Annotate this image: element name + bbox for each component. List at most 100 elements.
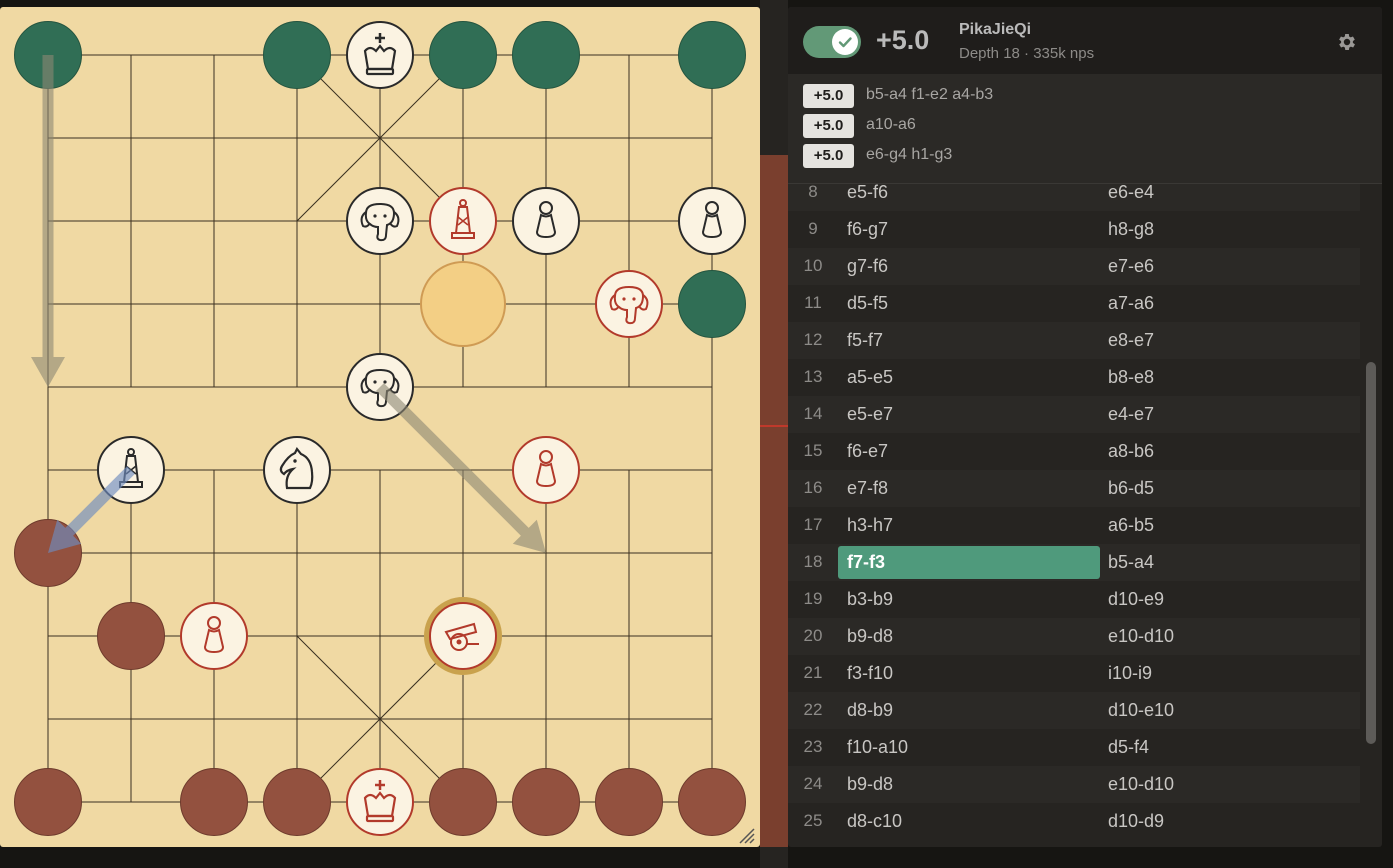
- move-red[interactable]: h3-h7: [838, 509, 1100, 542]
- move-row: 17 h3-h7 a6-b5: [788, 507, 1360, 544]
- move-list-scrollbar[interactable]: [1366, 362, 1376, 744]
- move-row: 8 e5-f6 e6-e4: [788, 184, 1360, 211]
- red-pawn-piece[interactable]: [180, 602, 248, 670]
- move-red[interactable]: b9-d8: [838, 620, 1100, 653]
- move-number: 20: [803, 626, 823, 645]
- red-cannon-piece[interactable]: [429, 602, 497, 670]
- move-black[interactable]: e4-e7: [1099, 398, 1349, 431]
- ghost-piece-marker[interactable]: [512, 21, 580, 89]
- move-red[interactable]: f6-e7: [838, 435, 1100, 468]
- move-black[interactable]: i10-i9: [1099, 657, 1349, 690]
- move-black[interactable]: a7-a6: [1099, 287, 1349, 320]
- move-black[interactable]: a8-b6: [1099, 435, 1349, 468]
- black-elephant-piece[interactable]: [346, 353, 414, 421]
- engine-depth-info: Depth 18 · 335k nps: [959, 45, 1095, 62]
- move-red[interactable]: d5-f5: [838, 287, 1100, 320]
- move-number: 13: [803, 367, 823, 386]
- elephant-icon: [360, 202, 400, 242]
- move-red[interactable]: f6-g7: [838, 213, 1100, 246]
- black-horse-piece[interactable]: [263, 436, 331, 504]
- move-black[interactable]: d10-d9: [1099, 805, 1349, 838]
- analysis-panel: +5.0 PikaJieQi Depth 18 · 335k nps +5.0 …: [788, 7, 1382, 847]
- ghost-piece-marker[interactable]: [429, 21, 497, 89]
- red-advisor-piece[interactable]: [429, 187, 497, 255]
- move-row: 12 f5-f7 e8-e7: [788, 322, 1360, 359]
- move-red[interactable]: b9-d8: [838, 768, 1100, 801]
- move-row: 11 d5-f5 a7-a6: [788, 285, 1360, 322]
- ghost-piece-marker[interactable]: [14, 21, 82, 89]
- elephant-icon: [360, 368, 400, 408]
- pv-moves[interactable]: b5-a4 f1-e2 a4-b3: [866, 86, 993, 104]
- move-black[interactable]: d5-f4: [1099, 731, 1349, 764]
- ghost-piece-marker[interactable]: [97, 602, 165, 670]
- cannon-icon: [444, 622, 479, 651]
- ghost-piece-marker[interactable]: [512, 768, 580, 836]
- gear-icon[interactable]: [1336, 31, 1358, 53]
- move-row: 14 e5-e7 e4-e7: [788, 396, 1360, 433]
- black-advisor-piece[interactable]: [97, 436, 165, 504]
- ghost-piece-marker[interactable]: [14, 768, 82, 836]
- move-red[interactable]: d8-c10: [838, 805, 1100, 838]
- move-number: 15: [803, 441, 823, 460]
- move-row: 24 b9-d8 e10-d10: [788, 766, 1360, 803]
- move-red[interactable]: e5-f6: [838, 184, 1100, 209]
- move-black[interactable]: b6-d5: [1099, 472, 1349, 505]
- ghost-piece-marker[interactable]: [180, 768, 248, 836]
- move-red[interactable]: d8-b9: [838, 694, 1100, 727]
- black-king-piece[interactable]: [346, 21, 414, 89]
- move-red[interactable]: f10-a10: [838, 731, 1100, 764]
- move-black[interactable]: b8-e8: [1099, 361, 1349, 394]
- move-red[interactable]: e7-f8: [838, 472, 1100, 505]
- move-black[interactable]: e7-e6: [1099, 250, 1349, 283]
- eval-bar-midline: [760, 425, 788, 427]
- engine-header: +5.0 PikaJieQi Depth 18 · 335k nps: [788, 7, 1382, 74]
- move-list[interactable]: 8 e5-f6 e6-e4 9 f6-g7 h8-g8 10 g7-f6 e7-e6 11 d5-f…: [788, 184, 1382, 847]
- move-red[interactable]: f3-f10: [838, 657, 1100, 690]
- move-red[interactable]: g7-f6: [838, 250, 1100, 283]
- move-number: 10: [803, 256, 823, 275]
- move-number: 16: [803, 478, 823, 497]
- move-row: 16 e7-f8 b6-d5: [788, 470, 1360, 507]
- move-number: 25: [803, 811, 823, 830]
- move-black[interactable]: b5-a4: [1099, 546, 1349, 579]
- toggle-knob: [832, 29, 858, 55]
- ghost-piece-marker[interactable]: [263, 768, 331, 836]
- move-number: 9: [808, 219, 818, 238]
- move-black[interactable]: e8-e7: [1099, 324, 1349, 357]
- black-elephant-piece[interactable]: [346, 187, 414, 255]
- black-pawn-piece[interactable]: [512, 187, 580, 255]
- move-row: 15 f6-e7 a8-b6: [788, 433, 1360, 470]
- red-elephant-piece[interactable]: [595, 270, 663, 338]
- resize-grip-icon[interactable]: [736, 825, 756, 845]
- ghost-piece-marker[interactable]: [678, 270, 746, 338]
- move-black[interactable]: h8-g8: [1099, 213, 1349, 246]
- move-red[interactable]: f7-f3: [838, 546, 1100, 579]
- move-number: 21: [803, 663, 823, 682]
- red-king-piece[interactable]: [346, 768, 414, 836]
- move-number: 24: [803, 774, 823, 793]
- pv-moves[interactable]: e6-g4 h1-g3: [866, 146, 952, 164]
- move-red[interactable]: b3-b9: [838, 583, 1100, 616]
- board-grid: [47, 54, 713, 803]
- move-number: 22: [803, 700, 823, 719]
- engine-toggle[interactable]: [803, 26, 861, 58]
- ghost-piece-marker[interactable]: [14, 519, 82, 587]
- move-red[interactable]: a5-e5: [838, 361, 1100, 394]
- xiangqi-board[interactable]: [0, 7, 760, 847]
- ghost-piece-marker[interactable]: [263, 21, 331, 89]
- pv-moves[interactable]: a10-a6: [866, 116, 916, 134]
- black-pawn-piece[interactable]: [678, 187, 746, 255]
- ghost-piece-marker[interactable]: [429, 768, 497, 836]
- move-black[interactable]: d10-e9: [1099, 583, 1349, 616]
- move-red[interactable]: e5-e7: [838, 398, 1100, 431]
- ghost-piece-marker[interactable]: [595, 768, 663, 836]
- move-black[interactable]: a6-b5: [1099, 509, 1349, 542]
- ghost-piece-marker[interactable]: [678, 21, 746, 89]
- move-black[interactable]: d10-e10: [1099, 694, 1349, 727]
- move-black[interactable]: e10-d10: [1099, 620, 1349, 653]
- move-row: 13 a5-e5 b8-e8: [788, 359, 1360, 396]
- move-black[interactable]: e10-d10: [1099, 768, 1349, 801]
- red-pawn-piece[interactable]: [512, 436, 580, 504]
- move-black[interactable]: e6-e4: [1099, 184, 1349, 209]
- move-red[interactable]: f5-f7: [838, 324, 1100, 357]
